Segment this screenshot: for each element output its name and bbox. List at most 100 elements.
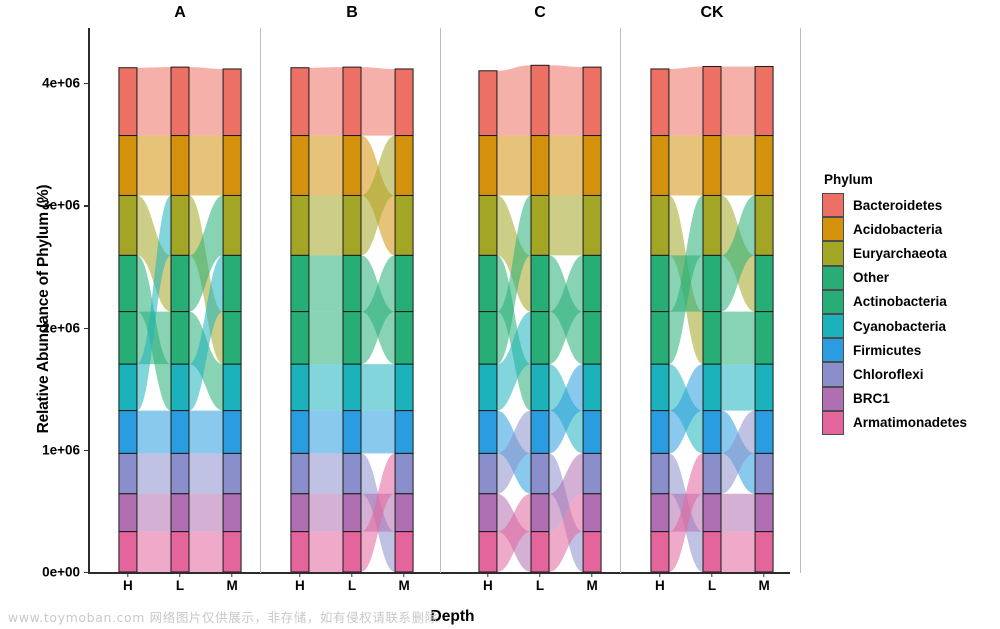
bar-segment [754, 493, 774, 533]
bar-segment [394, 194, 414, 256]
bar-segment [702, 66, 722, 137]
bar-segment [530, 363, 550, 412]
x-tick-mark [179, 572, 181, 577]
bar-segment [290, 67, 310, 137]
bar-segment [754, 410, 774, 454]
bar-segment [702, 363, 722, 412]
bar-segment [290, 410, 310, 454]
x-tick-mark [763, 572, 765, 577]
bar-segment [170, 363, 190, 412]
bar-segment [650, 493, 670, 533]
flow-ribbon [668, 66, 703, 136]
legend-item[interactable]: BRC1 [822, 386, 1000, 411]
bar-segment [342, 452, 362, 495]
bar-segment [290, 135, 310, 196]
bar-segment [754, 452, 774, 495]
x-tick-label: L [347, 578, 357, 593]
bar-segment [650, 531, 670, 573]
legend-color-swatch [822, 338, 844, 363]
flow-ribbon [189, 493, 224, 532]
legend-item[interactable]: Firmicutes [822, 338, 1000, 363]
bar-segment [394, 363, 414, 412]
bar-segment [530, 311, 550, 365]
legend-item[interactable]: Acidobacteria [822, 217, 1000, 242]
bar-segment [170, 194, 190, 256]
bar-segment [118, 410, 138, 454]
panel-separator [620, 28, 622, 573]
bar-segment [478, 410, 498, 454]
bar-segment [478, 363, 498, 412]
bar-segment [754, 254, 774, 313]
legend-color-swatch [822, 386, 844, 411]
flow-ribbon [308, 67, 343, 136]
legend-item[interactable]: Actinobacteria [822, 289, 1000, 314]
flow-ribbon [308, 311, 343, 365]
x-tick-label: H [295, 578, 305, 593]
legend-color-swatch [822, 241, 844, 266]
bar-segment [290, 363, 310, 412]
legend-item[interactable]: Euryarchaeota [822, 241, 1000, 266]
bar-segment [170, 135, 190, 196]
x-tick-label: H [655, 578, 665, 593]
bar-segment [394, 135, 414, 196]
bar-segment [650, 68, 670, 137]
flow-ribbon [136, 453, 171, 494]
panel-title-ck: CK [700, 4, 724, 21]
legend-item-label: Firmicutes [853, 342, 922, 358]
legend-color-swatch [822, 313, 844, 339]
y-tick-label: 3e+06 [42, 197, 80, 213]
x-tick-mark [127, 572, 129, 577]
bar-segment [754, 311, 774, 365]
bar-segment [290, 452, 310, 495]
bar-segment [118, 363, 138, 412]
flow-ribbon [308, 453, 343, 494]
y-tick-mark [84, 449, 89, 452]
y-tick-mark [84, 205, 89, 207]
legend-item-label: Bacteroidetes [853, 197, 943, 213]
y-tick-label: 2e+06 [42, 320, 80, 335]
flow-ribbon [721, 364, 756, 411]
chart-root: Relative Abundance of Phylum (%) 0e+00 1e… [0, 0, 1000, 629]
x-tick-mark [539, 572, 541, 577]
bar-segment [170, 452, 190, 495]
bar-segment [478, 531, 498, 573]
flow-ribbon [189, 531, 224, 572]
panel-separator [440, 28, 442, 573]
flow-ribbon [361, 364, 396, 411]
legend-color-swatch [822, 193, 844, 218]
flow-ribbon [549, 65, 584, 136]
legend: Phylum Bacteroidetes Acidobacteria Euryarc… [822, 172, 1000, 435]
flow-ribbon [549, 135, 584, 196]
legend-item-label: Armatimonadetes [853, 415, 968, 431]
bar-segment [118, 67, 138, 137]
bar-segment [222, 363, 242, 412]
bar-segment [222, 135, 242, 196]
legend-item[interactable]: Cyanobacteria [822, 313, 1000, 339]
bar-segment [478, 452, 498, 495]
watermark-text: www.toymoban.com 网络图片仅供展示，非存储，如有侵权请联系删除 [8, 610, 438, 625]
bar-segment [394, 531, 414, 573]
bar-segment [702, 410, 722, 454]
legend-item-label: Actinobacteria [853, 294, 947, 310]
bar-segment [754, 66, 774, 137]
flow-ribbon [721, 311, 756, 365]
x-tick-label: M [758, 578, 770, 593]
legend-color-swatch [822, 362, 844, 387]
bar-segment [394, 68, 414, 137]
bar-segment [342, 493, 362, 533]
legend-item-label: Other [853, 270, 890, 286]
flow-ribbon [189, 410, 224, 454]
x-tick-mark [403, 572, 405, 577]
flow-ribbon [189, 67, 224, 136]
bar-segment [702, 452, 722, 495]
legend-item[interactable]: Armatimonadetes [822, 410, 1000, 435]
bar-segment [170, 410, 190, 454]
legend-color-swatch [822, 265, 844, 290]
legend-item[interactable]: Bacteroidetes [822, 193, 1000, 218]
bar-segment [222, 452, 242, 495]
legend-item[interactable]: Chloroflexi [822, 362, 1000, 387]
legend-item[interactable]: Other [822, 265, 1000, 290]
bar-segment [754, 135, 774, 196]
x-tick-mark [659, 572, 661, 577]
bar-segment [702, 493, 722, 533]
